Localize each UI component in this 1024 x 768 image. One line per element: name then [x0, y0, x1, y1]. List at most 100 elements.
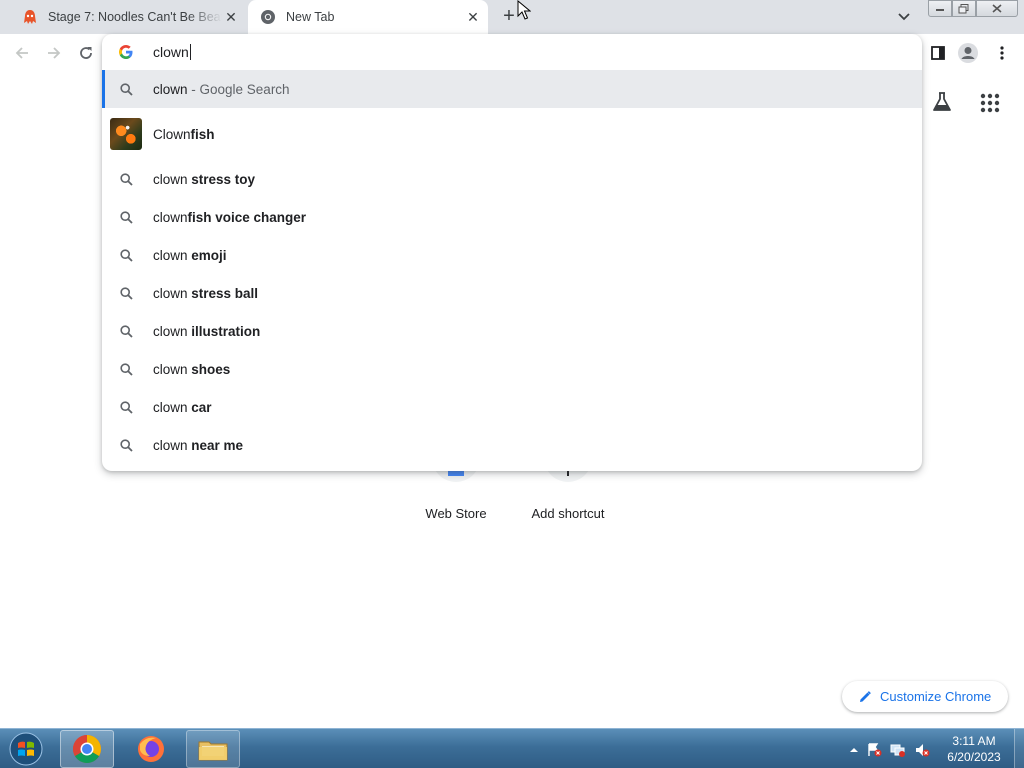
squid-game-icon — [24, 10, 36, 24]
suggestion-typed: clown — [153, 81, 188, 97]
chrome-icon — [261, 10, 275, 24]
text-caret — [189, 44, 191, 60]
volume-muted-icon[interactable] — [914, 742, 930, 758]
shortcut-label-webstore[interactable]: Web Store — [406, 506, 506, 521]
action-center-alert-icon[interactable] — [866, 742, 882, 758]
google-icon — [119, 45, 133, 59]
side-panel-button[interactable] — [926, 41, 950, 65]
suggestion-typed: clown — [153, 437, 192, 453]
suggestion-typed: Clown — [153, 126, 191, 142]
start-button[interactable] — [6, 731, 46, 767]
search-icon — [118, 247, 134, 263]
reload-button[interactable] — [74, 41, 98, 65]
suggestion-row[interactable]: clown near me — [102, 426, 922, 464]
restore-icon — [958, 3, 969, 13]
search-icon — [118, 285, 134, 301]
search-icon — [118, 323, 134, 339]
profile-button[interactable] — [956, 41, 980, 65]
taskbar-chrome-button[interactable] — [60, 730, 114, 768]
suggestion-typed: clown — [153, 247, 192, 263]
system-clock[interactable]: 3:11 AM 6/20/2023 — [940, 733, 1008, 765]
close-icon[interactable]: ✕ — [464, 8, 482, 26]
minimize-button[interactable] — [928, 0, 952, 17]
search-icon — [118, 209, 134, 225]
tray-expand-icon[interactable] — [846, 742, 862, 758]
suggestion-row[interactable]: clown car — [102, 388, 922, 426]
suggestion-row[interactable]: clown stress ball — [102, 274, 922, 312]
search-icon — [118, 361, 134, 377]
chevron-down-icon — [898, 13, 910, 21]
labs-icon[interactable] — [930, 90, 954, 114]
network-icon[interactable] — [890, 742, 906, 758]
taskbar-firefox-button[interactable] — [124, 730, 178, 768]
restore-button[interactable] — [952, 0, 976, 17]
close-icon[interactable]: ✕ — [222, 8, 240, 26]
side-panel-icon — [931, 46, 945, 60]
clock-time: 3:11 AM — [952, 734, 996, 748]
omnibox-dropdown: clown clown - Google Search Clownfish cl… — [102, 34, 922, 471]
suggestion-completion: fish voice changer — [187, 209, 307, 225]
avatar-icon — [958, 43, 978, 63]
forward-button[interactable] — [42, 41, 66, 65]
apps-grid-icon[interactable] — [980, 93, 1000, 113]
suggestion-completion: emoji — [191, 247, 227, 263]
reload-icon — [80, 47, 92, 59]
customize-label: Customize Chrome — [880, 689, 992, 704]
suggestion-completion: stress ball — [191, 285, 259, 301]
back-button[interactable] — [10, 41, 34, 65]
tab-title: Stage 7: Noodles Can't Be Beat | — [48, 10, 222, 24]
clock-date: 6/20/2023 — [947, 750, 1001, 764]
search-query: clown — [153, 44, 189, 60]
arrow-left-icon — [15, 47, 28, 59]
search-icon — [118, 437, 134, 453]
suggestion-row[interactable]: clown emoji — [102, 236, 922, 274]
suggestion-completion: stress toy — [191, 171, 256, 187]
menu-button[interactable] — [990, 41, 1014, 65]
suggestion-row-entity[interactable]: Clownfish — [102, 108, 922, 160]
shortcut-label-add[interactable]: Add shortcut — [518, 506, 618, 521]
suggestion-typed: clown — [153, 361, 192, 377]
suggestion-row[interactable]: clown shoes — [102, 350, 922, 388]
suggestion-completion: near me — [191, 437, 244, 453]
close-icon — [992, 4, 1002, 13]
suggestion-row[interactable]: clown stress toy — [102, 160, 922, 198]
suggestion-typed: clown — [153, 323, 192, 339]
suggestion-typed: clown — [153, 399, 192, 415]
suggestion-completion: car — [191, 399, 212, 415]
show-desktop-button[interactable] — [1014, 729, 1024, 768]
firefox-icon — [138, 736, 164, 762]
suggestion-typed: clown — [153, 209, 188, 225]
tab-new-tab[interactable]: New Tab ✕ — [248, 0, 488, 34]
suggestion-completion: fish — [190, 126, 215, 142]
pencil-icon — [860, 690, 871, 702]
tab-title: New Tab — [286, 10, 335, 24]
more-vert-icon — [1000, 46, 1004, 60]
suggestion-row[interactable]: clown - Google Search — [102, 70, 922, 108]
clownfish-thumbnail — [110, 118, 142, 150]
mouse-cursor-icon — [517, 0, 531, 20]
windows-orb-icon — [9, 732, 43, 766]
suggestion-suffix: - Google Search — [187, 81, 290, 97]
chrome-icon — [73, 735, 101, 763]
minimize-icon — [936, 8, 944, 11]
suggestion-row[interactable]: clownfish voice changer — [102, 198, 922, 236]
window-close-button[interactable] — [976, 0, 1018, 17]
search-input[interactable]: clown — [153, 44, 191, 60]
address-bar[interactable]: clown — [102, 34, 922, 70]
tab-strip: Stage 7: Noodles Can't Be Beat | ✕ New T… — [0, 0, 1024, 34]
suggestion-typed: clown — [153, 285, 192, 301]
suggestion-completion: shoes — [191, 361, 231, 377]
taskbar: 3:11 AM 6/20/2023 — [0, 728, 1024, 768]
tab-stage7[interactable]: Stage 7: Noodles Can't Be Beat | ✕ — [10, 0, 246, 34]
suggestion-typed: clown — [153, 171, 192, 187]
search-icon — [118, 171, 134, 187]
suggestion-completion: illustration — [191, 323, 261, 339]
folder-icon — [198, 741, 228, 761]
search-icon — [118, 81, 134, 97]
suggestion-row[interactable]: clown illustration — [102, 312, 922, 350]
tab-search-button[interactable] — [894, 8, 914, 26]
search-icon — [118, 399, 134, 415]
customize-chrome-button[interactable]: Customize Chrome — [842, 681, 1008, 712]
arrow-right-icon — [48, 47, 61, 59]
taskbar-explorer-button[interactable] — [186, 730, 240, 768]
